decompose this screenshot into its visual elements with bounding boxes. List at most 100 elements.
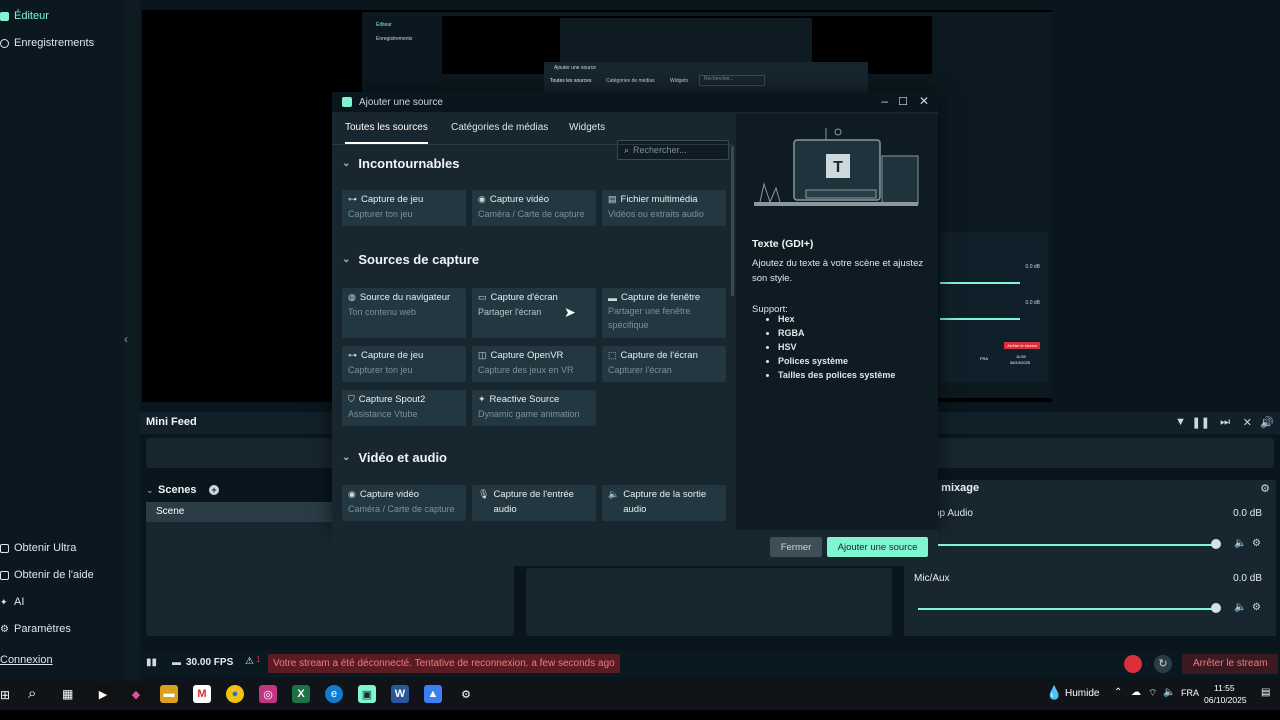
scene-item-label: Scene (156, 506, 185, 517)
card-title: Capture vidéo (359, 489, 420, 500)
source-card[interactable]: ⛉ Capture Spout2 Assistance Vtube (342, 390, 466, 426)
reconnect-status: Votre stream a été déconnecté. Tentative… (268, 654, 620, 673)
cloud-icon[interactable]: ☁ (1131, 687, 1141, 698)
editor-icon (0, 11, 9, 21)
instagram-icon[interactable]: ◎ (259, 685, 277, 703)
wifi-icon[interactable]: ⌔ (1148, 687, 1157, 700)
weather-label[interactable]: Humide (1065, 688, 1099, 699)
tabs-divider (332, 144, 732, 145)
source-card[interactable]: ⊶ Capture de jeu Capturer ton jeu (342, 190, 466, 226)
tab-widgets[interactable]: Widgets (569, 114, 605, 142)
mixer-gear-icon[interactable]: ⚙ (1260, 482, 1270, 495)
add-source-button[interactable]: Ajouter une source (827, 537, 928, 557)
gmail-icon[interactable]: M (193, 685, 211, 703)
volume-slider-knob[interactable] (1211, 539, 1221, 549)
track-gear-icon[interactable]: ⚙ (1252, 602, 1261, 613)
streamlabs-icon[interactable]: ▣ (358, 685, 376, 703)
section-header[interactable]: ⌄ Incontournables (342, 156, 460, 171)
replay-icon[interactable]: ↻ (1154, 655, 1172, 673)
language-indicator[interactable]: FRA (1181, 688, 1199, 698)
nav-item-recordings[interactable]: Enregistrements (0, 37, 94, 49)
collapse-chevron-icon[interactable]: ‹ (124, 332, 128, 346)
source-card[interactable]: ◫ Capture OpenVR Capture des jeux en VR (472, 346, 596, 382)
speaker-icon[interactable]: 🔈 (1234, 602, 1246, 613)
source-card[interactable]: ▤ Fichier multimédia Vidéos ou extraits a… (602, 190, 726, 226)
source-card[interactable]: ◍ Source du navigateur Ton contenu web (342, 288, 466, 338)
clock-time[interactable]: 11:55 (1214, 683, 1235, 693)
nav-item-help[interactable]: Obtenir de l'aide (0, 569, 94, 581)
nav-item-ai[interactable]: ✦ AI (0, 596, 24, 608)
media-app-icon[interactable]: ▶ (94, 685, 112, 703)
speaker-icon[interactable]: 🔈 (1234, 538, 1246, 549)
photos-icon[interactable]: ▲ (424, 685, 442, 703)
notification-icon[interactable]: ▤ (1261, 687, 1270, 698)
app-icon[interactable]: ◆ (127, 685, 145, 703)
card-subtitle: Ton contenu web (348, 307, 417, 317)
search-icon: ⌕ (624, 144, 630, 155)
source-card[interactable]: ◉ Capture vidéo Caméra / Carte de capture (472, 190, 596, 226)
source-card[interactable]: ⬚ Capture de l'écran Capturer l'écran (602, 346, 726, 382)
close-button[interactable]: Fermer (770, 537, 822, 557)
login-link[interactable]: Connexion (0, 654, 53, 666)
source-card[interactable]: ◉ Capture vidéo Caméra / Carte de capture (342, 485, 466, 521)
source-card[interactable]: ⊶ Capture de jeu Capturer ton jeu (342, 346, 466, 382)
add-scene-icon[interactable]: + (208, 485, 219, 495)
track-gear-icon[interactable]: ⚙ (1252, 538, 1261, 549)
volume-slider[interactable] (938, 544, 1216, 546)
source-card[interactable]: ✦ Reactive Source Dynamic game animation (472, 390, 596, 426)
tab-all-sources[interactable]: Toutes les sources (345, 114, 428, 144)
mini-feed-title: Mini Feed (146, 416, 197, 428)
record-button[interactable] (1124, 655, 1142, 673)
section-header[interactable]: ⌄ Sources de capture (342, 252, 479, 267)
volume-icon[interactable]: 🔈 (1163, 687, 1175, 698)
source-card[interactable]: 🔈 Capture de la sortie audio (602, 485, 726, 521)
nav-item-ultra[interactable]: Obtenir Ultra (0, 542, 76, 554)
dialog-footer: Fermer Ajouter une source (332, 530, 938, 566)
nav-item-settings[interactable]: ⚙ Paramètres (0, 623, 71, 635)
nested-db-1: 0.0 dB (1025, 264, 1040, 270)
chevron-down-icon[interactable]: ⌄ (146, 485, 154, 495)
settings-icon[interactable]: ⚙ (457, 685, 475, 703)
source-card[interactable]: ▬ Capture de fenêtre Partager une fenêtre… (602, 288, 726, 338)
support-item: Polices système (778, 354, 895, 368)
pause-icon[interactable]: ❚❚ (1192, 416, 1210, 429)
nested-tab-categories: Catégories de médias (606, 78, 655, 84)
chart-icon[interactable]: ▮▮ (146, 657, 157, 668)
stop-stream-button[interactable]: Arrêter le stream (1182, 654, 1279, 674)
search-icon[interactable]: ⌕ (28, 685, 36, 702)
alert-icon[interactable]: ⚠ (245, 656, 254, 667)
filter-icon[interactable]: ▼ (1175, 416, 1186, 428)
nav-item-editor[interactable]: Éditeur (0, 10, 49, 22)
word-icon[interactable]: W (391, 685, 409, 703)
task-view-icon[interactable]: ▦ (62, 687, 73, 701)
tray-chevron-icon[interactable]: ⌃ (1114, 687, 1122, 698)
skip-icon[interactable]: ⏭ (1220, 416, 1230, 429)
card-title: Capture de l'écran (620, 350, 698, 361)
file-explorer-icon[interactable]: ▬ (160, 685, 178, 703)
sources-panel (526, 568, 892, 636)
volume-slider[interactable] (918, 608, 1216, 610)
chrome-icon[interactable]: ● (226, 685, 244, 703)
globe-icon: ◍ (348, 292, 356, 302)
settings-icon[interactable]: ✕ (1243, 416, 1252, 429)
edge-icon[interactable]: e (325, 685, 343, 703)
weather-icon[interactable]: 💧 (1046, 685, 1062, 701)
section-header[interactable]: ⌄ Vidéo et audio (342, 450, 447, 465)
minimize-icon[interactable]: – (881, 94, 888, 108)
search-input[interactable]: ⌕ Rechercher... (617, 140, 729, 160)
dialog-title: Ajouter une source (359, 96, 443, 108)
scrollbar[interactable] (731, 146, 734, 296)
windows-start-icon[interactable]: ⊞ (0, 688, 10, 702)
volume-slider-knob[interactable] (1211, 603, 1221, 613)
volume-icon[interactable]: 🔊 (1260, 416, 1274, 429)
source-card[interactable]: 🎙 Capture de l'entrée audio (472, 485, 596, 521)
gamepad-icon: ⊶ (348, 350, 357, 360)
alert-count: 1 (256, 655, 261, 664)
close-icon[interactable]: ✕ (919, 94, 929, 108)
scene-item[interactable]: Scene (146, 502, 332, 522)
excel-icon[interactable]: X (292, 685, 310, 703)
tab-media-categories[interactable]: Catégories de médias (451, 114, 548, 142)
clock-date[interactable]: 06/10/2025 (1204, 695, 1247, 705)
source-card[interactable]: ▭ Capture d'écran Partager l'écran (472, 288, 596, 338)
maximize-icon[interactable]: ☐ (898, 95, 908, 108)
